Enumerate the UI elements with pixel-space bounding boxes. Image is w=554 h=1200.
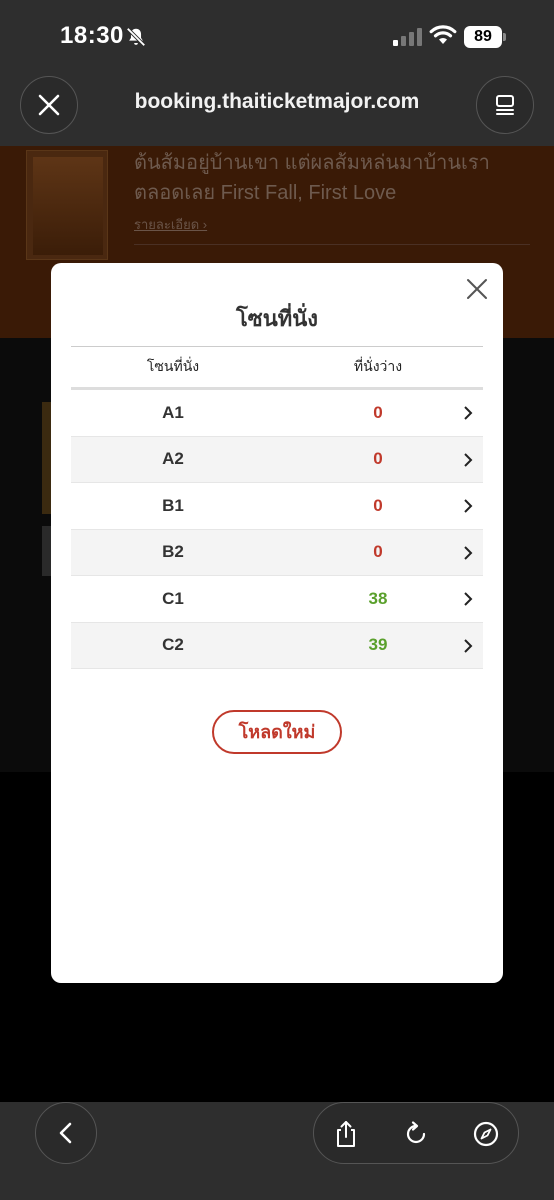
chevron-right-icon [464, 545, 473, 560]
status-bar: 18:30 89 [0, 0, 554, 72]
status-time: 18:30 [60, 22, 124, 49]
chevron-left-icon [59, 1122, 72, 1144]
zone-name: B2 [162, 542, 184, 562]
poster-art [33, 157, 103, 255]
seats-available: 38 [368, 588, 388, 608]
refresh-icon [406, 1121, 426, 1144]
seats-available: 0 [373, 449, 383, 469]
browser-url-bar: booking.thaiticketmajor.com [0, 72, 554, 146]
table-row[interactable]: C2 39 [71, 622, 483, 669]
event-divider [134, 244, 530, 245]
event-poster-image [26, 150, 108, 260]
share-button[interactable] [331, 1119, 361, 1149]
share-icon [337, 1121, 355, 1147]
battery-level: 89 [464, 26, 502, 48]
zone-name: A2 [162, 449, 184, 469]
chevron-right-icon [464, 638, 473, 653]
reload-button[interactable]: โหลดใหม่ [212, 710, 342, 754]
table-row[interactable]: C1 38 [71, 576, 483, 623]
battery-indicator: 89 [464, 26, 506, 48]
battery-tip [503, 33, 506, 41]
table-row[interactable]: B1 0 [71, 483, 483, 530]
table-row[interactable]: A1 0 [71, 390, 483, 437]
chevron-right-icon [464, 592, 473, 606]
seats-available: 0 [373, 402, 383, 422]
seat-zone-modal: โซนที่นั่ง โซนที่นั่ง ที่นั่งว่าง A1 0 A… [51, 263, 503, 983]
table-row[interactable]: B2 0 [71, 529, 483, 576]
seats-available: 0 [373, 495, 383, 515]
table-header: โซนที่นั่ง ที่นั่งว่าง [71, 346, 483, 390]
modal-title: โซนที่นั่ง [235, 306, 319, 331]
modal-close-icon[interactable] [465, 277, 489, 301]
event-title: ต้นส้มอยู่บ้านเขา แต่ผลส้มหล่นมาบ้านเราต… [134, 152, 490, 204]
wifi-icon [429, 25, 457, 44]
event-detail-link[interactable]: รายละเอียด › [134, 214, 207, 235]
reader-icon [496, 95, 514, 115]
column-header-available: ที่นั่งว่าง [353, 358, 403, 374]
back-button[interactable] [35, 1102, 97, 1164]
browser-bottom-toolbar [0, 1102, 554, 1200]
reader-mode-button[interactable] [476, 76, 534, 134]
chevron-right-icon [464, 406, 473, 420]
zone-name: B1 [162, 495, 184, 515]
close-icon [38, 94, 60, 116]
seats-available: 0 [373, 542, 383, 562]
chevron-right-icon [464, 499, 473, 513]
zone-name: A1 [162, 402, 184, 422]
zone-name: C2 [162, 635, 184, 655]
compass-icon [473, 1121, 499, 1147]
cellular-signal-icon [393, 28, 422, 46]
reload-page-button[interactable] [401, 1119, 431, 1149]
close-browser-button[interactable] [20, 76, 78, 134]
bell-muted-icon [126, 27, 146, 47]
table-row[interactable]: A2 0 [71, 436, 483, 483]
chevron-right-icon [464, 452, 473, 467]
url-address[interactable]: booking.thaiticketmajor.com [80, 90, 474, 114]
open-in-safari-button[interactable] [471, 1119, 501, 1149]
browser-actions-group [313, 1102, 519, 1164]
column-header-zone: โซนที่นั่ง [146, 358, 200, 374]
seats-available: 39 [368, 635, 388, 655]
zone-table: โซนที่นั่ง ที่นั่งว่าง A1 0 A2 0 B1 0 B2… [71, 346, 483, 669]
zone-name: C1 [162, 588, 184, 608]
